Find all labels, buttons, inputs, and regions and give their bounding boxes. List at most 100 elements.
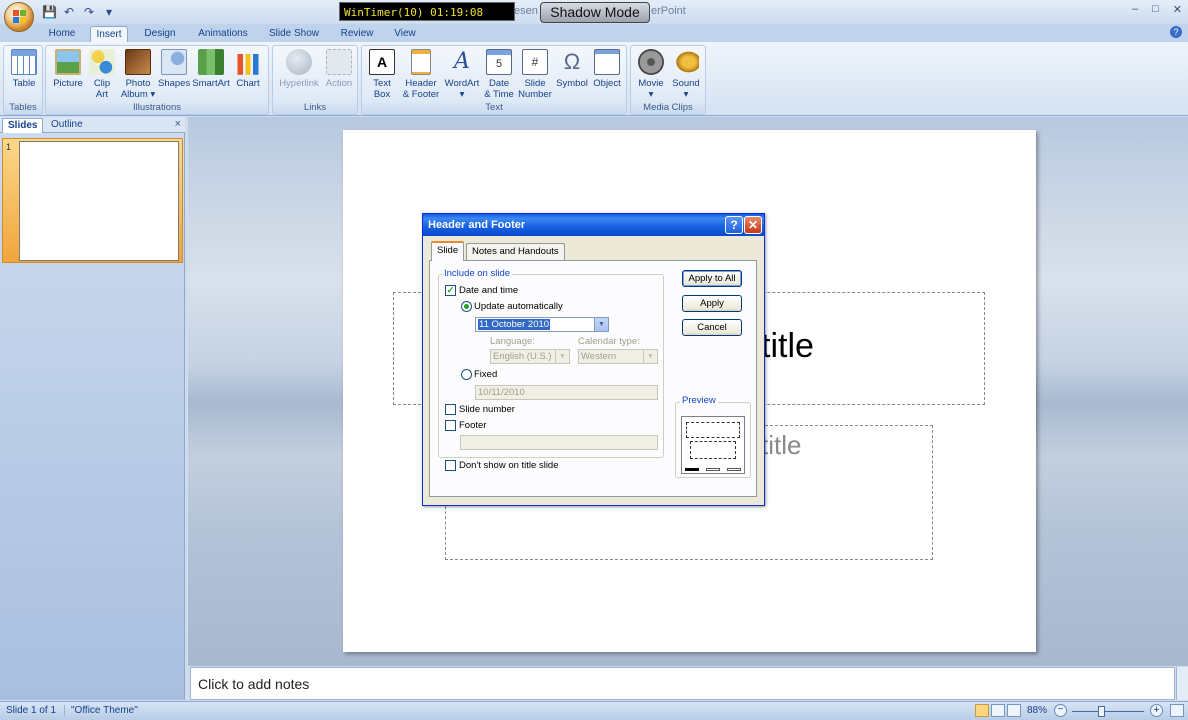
window-controls: – □ ✕ [1132,3,1182,16]
language-select[interactable]: English (U.S.) ▼ [490,349,570,364]
movie-button[interactable]: Movie ▾ [634,49,668,100]
header-footer-dialog: Header and Footer ? ✕ Slide Notes and Ha… [422,213,765,506]
minimize-button[interactable]: – [1132,3,1138,16]
group-label-tables: Tables [9,102,37,113]
omega-icon: Ω [563,49,581,74]
hyperlink-button[interactable]: Hyperlink [276,49,322,89]
tab-home[interactable]: Home [42,26,82,43]
apply-to-all-button[interactable]: Apply to All [682,270,742,287]
chevron-down-icon: ▼ [643,350,657,363]
calendar-type-label: Calendar type: [578,336,640,347]
table-icon [11,49,37,75]
date-time-icon: 5 [486,49,512,75]
close-pane-icon[interactable]: × [175,118,181,130]
preview-body-area [690,441,736,459]
office-button[interactable] [4,2,34,32]
date-time-checkbox[interactable]: ✓ [445,285,456,296]
maximize-button[interactable]: □ [1152,3,1159,16]
undo-icon[interactable]: ↶ [62,5,76,19]
slide-number-icon: # [522,49,548,75]
tab-slides[interactable]: Slides [2,118,44,133]
slide-number-checkbox[interactable] [445,404,456,415]
fit-to-window-button[interactable] [1170,704,1184,717]
window-title-left: esen [514,5,538,17]
photo-album-button[interactable]: Photo Album ▾ [120,49,156,100]
footer-checkbox[interactable] [445,420,456,431]
notes-pane[interactable]: Click to add notes [190,667,1175,700]
tab-design[interactable]: Design [138,26,182,43]
preview-footer-placeholder [706,468,720,471]
dialog-tab-notes-handouts[interactable]: Notes and Handouts [466,243,565,260]
symbol-button[interactable]: Ω Symbol [554,49,590,89]
slide-number-label: Slide number [459,404,515,415]
header-footer-button[interactable]: Header & Footer [400,49,442,100]
tab-insert[interactable]: Insert [90,26,128,43]
zoom-in-button[interactable]: + [1150,704,1163,717]
fixed-date-input[interactable]: 10/11/2010 [475,385,658,400]
dialog-close-button[interactable]: ✕ [744,216,762,234]
shapes-button[interactable]: Shapes [158,49,190,89]
smartart-button[interactable]: SmartArt [192,49,230,89]
slide-thumbnail-number: 1 [6,142,12,152]
wordart-button[interactable]: A WordArt ▾ [442,49,482,100]
tab-review[interactable]: Review [334,26,380,43]
shadow-mode-badge[interactable]: Shadow Mode [540,2,650,23]
redo-icon[interactable]: ↷ [82,5,96,19]
text-box-button[interactable]: A Text Box [366,49,398,100]
date-time-button[interactable]: 5 Date & Time [482,49,516,100]
wintimer-overlay: WinTimer(10) 01:19:08 33:00 [339,2,515,38]
calendar-type-select[interactable]: Western ▼ [578,349,658,364]
slides-pane: Slides Outline × 1 [0,117,185,700]
footer-input[interactable] [460,435,658,450]
tab-animations[interactable]: Animations [192,26,254,43]
sound-button[interactable]: Sound ▾ [669,49,703,100]
subtitle-placeholder-text: title [761,430,802,460]
slide-thumbnail-selected[interactable]: 1 [2,138,183,263]
update-automatically-label: Update automatically [474,301,563,312]
preview-date-placeholder [685,468,699,471]
picture-button[interactable]: Picture [50,49,86,89]
notes-placeholder: Click to add notes [198,676,310,692]
group-media-clips: Movie ▾ Sound ▾ Media Clips [630,45,706,115]
zoom-level[interactable]: 88% [1027,705,1047,716]
slide-show-view-button[interactable] [1007,704,1021,717]
table-button[interactable]: Table [8,49,40,89]
slide-number-button[interactable]: # Slide Number [516,49,554,100]
zoom-slider-track[interactable] [1072,711,1144,712]
ribbon-tabs: Home Insert Design Animations Slide Show… [0,24,1188,43]
slide-sorter-view-button[interactable] [991,704,1005,717]
customize-qat-icon[interactable]: ▾ [102,5,116,19]
tab-outline[interactable]: Outline [46,118,88,133]
apply-button[interactable]: Apply [682,295,742,312]
dont-show-title-checkbox[interactable] [445,460,456,471]
dialog-tab-slide[interactable]: Slide [431,241,465,261]
cancel-button[interactable]: Cancel [682,319,742,336]
zoom-out-button[interactable]: − [1054,704,1067,717]
tab-view[interactable]: View [388,26,422,43]
date-format-select[interactable]: 11 October 2010 ▼ [475,317,609,332]
group-text: A Text Box Header & Footer A WordArt ▾ 5… [361,45,627,115]
office-logo-icon [13,10,26,24]
status-theme: "Office Theme" [64,705,138,716]
save-icon[interactable]: 💾 [42,5,57,19]
update-automatically-radio[interactable] [461,301,472,312]
action-icon [326,49,352,75]
slide-thumbnail[interactable] [19,141,179,261]
chart-button[interactable]: Chart [232,49,264,89]
language-label: Language: [490,336,535,347]
group-links: Hyperlink Action Links [272,45,358,115]
action-button[interactable]: Action [323,49,355,89]
group-label-links: Links [303,102,327,113]
fixed-radio[interactable] [461,369,472,380]
dialog-help-button[interactable]: ? [725,216,743,234]
tab-slide-show[interactable]: Slide Show [264,26,324,43]
clip-art-button[interactable]: Clip Art [88,49,116,100]
normal-view-button[interactable] [975,704,989,717]
ribbon: Table Tables Picture Clip Art Photo Albu… [0,42,1188,116]
help-icon[interactable]: ? [1170,26,1182,38]
close-window-button[interactable]: ✕ [1173,3,1182,16]
chart-icon [235,49,261,75]
notes-scrollbar[interactable] [1176,667,1188,700]
zoom-slider-thumb[interactable] [1098,706,1105,717]
object-button[interactable]: Object [590,49,624,89]
